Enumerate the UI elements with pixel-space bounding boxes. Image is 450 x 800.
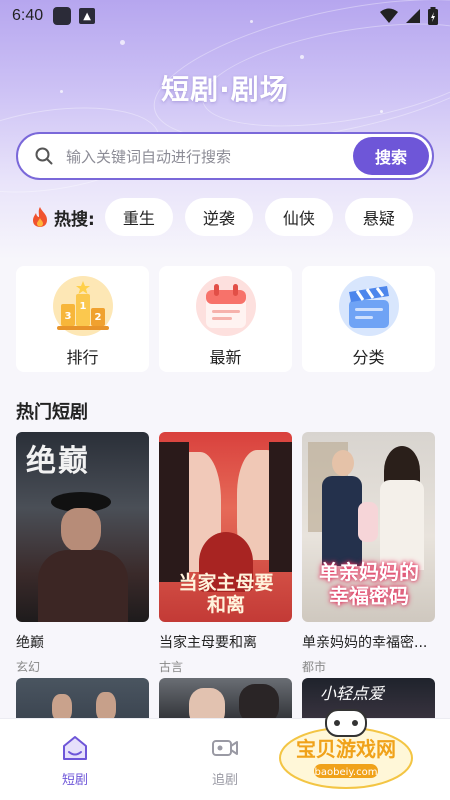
svg-text:3: 3 xyxy=(64,311,71,322)
hot-tag-chip[interactable]: 逆袭 xyxy=(184,198,253,236)
hot-search-row: 热搜: 重生 逆袭 仙侠 悬疑 xyxy=(30,198,425,236)
podium-icon: 3 1 2 xyxy=(51,274,115,338)
drama-poster[interactable]: 绝巅 xyxy=(16,432,149,622)
category-ranking[interactable]: 3 1 2 排行 xyxy=(16,266,149,372)
drama-poster[interactable] xyxy=(159,678,292,722)
home-icon xyxy=(63,736,87,760)
drama-card[interactable]: 单亲妈妈的幸福密码 单亲妈妈的幸福密... 都市 xyxy=(302,432,435,675)
category-label: 排行 xyxy=(66,348,99,367)
drama-poster[interactable]: 当家主母要和离 xyxy=(159,432,292,622)
tab-short-drama[interactable]: 短剧 xyxy=(0,719,150,800)
tab-label: 短剧 xyxy=(61,773,88,788)
poster-title-text: 绝巅 xyxy=(26,444,90,479)
drama-genre: 都市 xyxy=(302,660,327,674)
drama-title: 绝巅 xyxy=(16,635,44,651)
android-notification-icon: ▲ xyxy=(79,8,96,24)
hot-tag-chip[interactable]: 仙侠 xyxy=(264,198,333,236)
drama-genre: 玄幻 xyxy=(16,660,41,674)
drama-poster[interactable] xyxy=(16,678,149,722)
hot-tag-chip[interactable]: 悬疑 xyxy=(344,198,413,236)
search-icon xyxy=(35,147,53,165)
video-camera-icon xyxy=(212,740,238,756)
section-title: 热门短剧 xyxy=(16,402,88,423)
drama-card[interactable]: 绝巅 绝巅 玄幻 xyxy=(16,432,149,675)
svg-text:2: 2 xyxy=(94,312,101,323)
gamepad-icon: 宝贝游戏网 baobeiy.com xyxy=(279,709,413,789)
hot-search-label: 热搜: xyxy=(54,209,95,230)
drama-poster[interactable]: 单亲妈妈的幸福密码 xyxy=(302,432,435,622)
category-row: 3 1 2 排行 最新 分类 xyxy=(16,266,435,372)
poster-title-text: 小轻点爱 xyxy=(320,684,385,703)
wifi-icon xyxy=(380,8,398,23)
svg-text:1: 1 xyxy=(79,301,86,312)
watermark-logo: 宝贝游戏网 baobeiy.com xyxy=(276,706,426,792)
signal-icon xyxy=(406,9,420,23)
status-bar: 6:40 ▲ xyxy=(0,0,450,32)
drama-title: 单亲妈妈的幸福密... xyxy=(302,635,428,651)
app-notification-icon xyxy=(53,7,72,25)
search-input[interactable]: 输入关键词自动进行搜索 xyxy=(66,146,353,167)
poster-title-text: 当家主母要和离 xyxy=(178,572,274,616)
category-label: 最新 xyxy=(209,348,242,367)
search-bar[interactable]: 输入关键词自动进行搜索 搜索 xyxy=(16,132,434,180)
watermark-text: 宝贝游戏网 xyxy=(296,737,396,761)
drama-title: 当家主母要和离 xyxy=(159,635,257,651)
status-time: 6:40 xyxy=(12,7,44,24)
category-latest[interactable]: 最新 xyxy=(159,266,292,372)
fire-icon xyxy=(33,207,47,227)
drama-genre: 古言 xyxy=(159,660,184,674)
drama-card[interactable]: 当家主母要和离 当家主母要和离 古言 xyxy=(159,432,292,675)
battery-icon xyxy=(428,7,438,25)
poster-title-text: 单亲妈妈的幸福密码 xyxy=(319,560,419,608)
tab-label: 追剧 xyxy=(211,773,238,788)
hot-tag-chip[interactable]: 重生 xyxy=(104,198,173,236)
clapperboard-icon xyxy=(337,274,401,338)
category-label: 分类 xyxy=(352,348,385,367)
watermark-url: baobeiy.com xyxy=(315,767,378,778)
page-title: 短剧·剧场 xyxy=(161,73,289,106)
search-button[interactable]: 搜索 xyxy=(353,137,429,175)
category-classify[interactable]: 分类 xyxy=(302,266,435,372)
calendar-icon xyxy=(194,274,258,338)
